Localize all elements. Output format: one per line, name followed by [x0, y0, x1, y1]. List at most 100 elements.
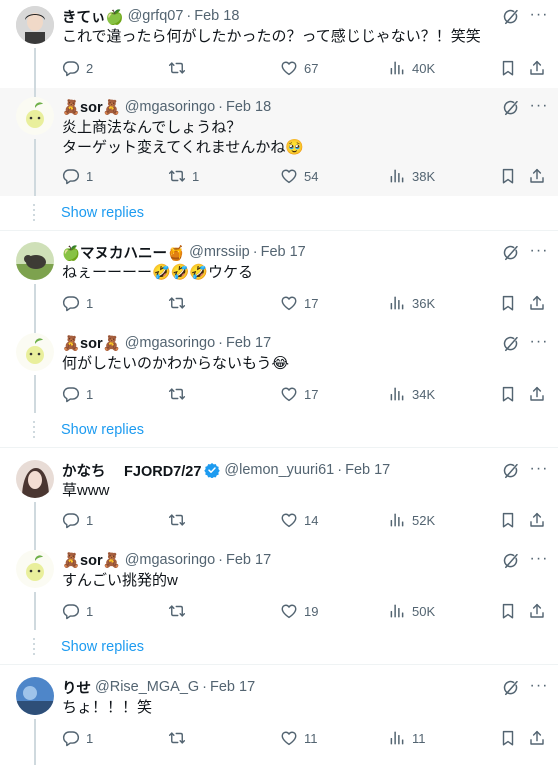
- display-name[interactable]: 🧸sor🧸: [62, 335, 121, 352]
- more-icon[interactable]: ···: [528, 6, 550, 24]
- tweet-header: かなち FJORD7/27 @lemon_yuuri61 · Feb 17: [62, 460, 498, 480]
- reply-tweet[interactable]: 🧸sor🧸 @mgasoringo · Feb 17 ··· すんごい挑発的w …: [0, 540, 558, 630]
- tweet-date[interactable]: Feb 17: [210, 679, 255, 695]
- user-handle[interactable]: @mgasoringo: [125, 99, 215, 115]
- show-replies-link[interactable]: Show replies: [61, 422, 144, 438]
- grok-icon[interactable]: [502, 8, 520, 26]
- share-button[interactable]: [528, 510, 546, 530]
- like-button[interactable]: 11: [280, 728, 318, 748]
- display-name[interactable]: 🧸sor🧸: [62, 99, 121, 116]
- views-button[interactable]: 34K: [388, 384, 435, 404]
- tweet-date[interactable]: Feb 17: [226, 335, 271, 351]
- retweet-button[interactable]: 1: [168, 166, 199, 186]
- reply-icon: [62, 511, 80, 529]
- avatar[interactable]: [16, 333, 54, 371]
- like-button[interactable]: 67: [280, 58, 318, 78]
- reply-button[interactable]: 1: [62, 510, 93, 530]
- share-button[interactable]: [528, 384, 546, 404]
- tweet-header: 🧸sor🧸 @mgasoringo · Feb 18: [62, 97, 498, 117]
- reply-tweet[interactable]: 🧸sor🧸 @mgasoringo · Feb 17 ··· 何がしたいのかわか…: [0, 323, 558, 413]
- display-name[interactable]: かなち FJORD7/27: [62, 460, 201, 481]
- grok-icon[interactable]: [502, 462, 520, 480]
- avatar[interactable]: [16, 6, 54, 44]
- reply-button[interactable]: 1: [62, 728, 93, 748]
- grok-icon[interactable]: [502, 244, 520, 262]
- display-name[interactable]: りせ: [62, 677, 91, 698]
- share-button[interactable]: [528, 58, 546, 78]
- reply-button[interactable]: 1: [62, 166, 93, 186]
- like-button[interactable]: 17: [280, 384, 318, 404]
- show-replies-link[interactable]: Show replies: [61, 639, 144, 655]
- avatar[interactable]: [16, 460, 54, 498]
- grok-icon[interactable]: [502, 552, 520, 570]
- thread-line: [34, 284, 36, 323]
- retweet-button[interactable]: [168, 293, 192, 313]
- display-name[interactable]: きてぃ🍏: [62, 6, 124, 27]
- views-button[interactable]: 40K: [388, 58, 435, 78]
- show-replies-link[interactable]: Show replies: [61, 205, 144, 221]
- like-button[interactable]: 14: [280, 510, 318, 530]
- tweet-date[interactable]: Feb 17: [345, 462, 390, 478]
- bookmark-button[interactable]: [499, 293, 517, 313]
- display-name[interactable]: 🧸sor🧸: [62, 552, 121, 569]
- more-icon[interactable]: ···: [528, 333, 550, 351]
- more-icon[interactable]: ···: [528, 550, 550, 568]
- retweet-button[interactable]: [168, 510, 192, 530]
- more-icon[interactable]: ···: [528, 460, 550, 478]
- display-name[interactable]: 🍏マヌカハニー🍯: [62, 242, 185, 263]
- more-icon[interactable]: ···: [528, 97, 550, 115]
- views-button[interactable]: 11: [388, 728, 426, 748]
- user-handle[interactable]: @mrssiip: [189, 244, 250, 260]
- reply-tweet[interactable]: 🍏マヌカハニー🍯 @mrssiip · Feb 17 ··· ねぇーーーー🤣🤣🤣…: [0, 231, 558, 323]
- avatar[interactable]: [16, 550, 54, 588]
- like-button[interactable]: 17: [280, 293, 318, 313]
- tweet-date[interactable]: Feb 17: [261, 244, 306, 260]
- grok-icon[interactable]: [502, 99, 520, 117]
- grok-icon[interactable]: [502, 335, 520, 353]
- user-handle[interactable]: @Rise_MGA_G: [95, 679, 199, 695]
- tweet-date[interactable]: Feb 18: [194, 8, 239, 24]
- bookmark-button[interactable]: [499, 601, 517, 621]
- user-handle[interactable]: @mgasoringo: [125, 552, 215, 568]
- share-button[interactable]: [528, 166, 546, 186]
- more-icon[interactable]: ···: [528, 242, 550, 260]
- reply-button[interactable]: 1: [62, 293, 93, 313]
- views-button[interactable]: 38K: [388, 166, 435, 186]
- bookmark-button[interactable]: [499, 510, 517, 530]
- tweet-text: すんごい挑発的w: [62, 572, 178, 589]
- retweet-button[interactable]: [168, 58, 192, 78]
- share-button[interactable]: [528, 601, 546, 621]
- reply-tweet[interactable]: りせ @Rise_MGA_G · Feb 17 ··· ちょ！！！笑 1 11 …: [0, 665, 558, 765]
- grok-icon[interactable]: [502, 679, 520, 697]
- like-button[interactable]: 54: [280, 166, 318, 186]
- avatar[interactable]: [16, 97, 54, 135]
- more-icon[interactable]: ···: [528, 677, 550, 695]
- tweet-date[interactable]: Feb 17: [226, 552, 271, 568]
- bookmark-button[interactable]: [499, 728, 517, 748]
- bookmark-button[interactable]: [499, 58, 517, 78]
- share-button[interactable]: [528, 728, 546, 748]
- bookmark-button[interactable]: [499, 166, 517, 186]
- reply-tweet[interactable]: きてぃ🍏 @grfq07 · Feb 18 ··· これで違ったら何がしたかった…: [0, 0, 558, 88]
- retweet-button[interactable]: [168, 728, 192, 748]
- reply-button[interactable]: 1: [62, 384, 93, 404]
- retweet-button[interactable]: [168, 384, 192, 404]
- user-handle[interactable]: @mgasoringo: [125, 335, 215, 351]
- share-button[interactable]: [528, 293, 546, 313]
- views-button[interactable]: 36K: [388, 293, 435, 313]
- user-handle[interactable]: @lemon_yuuri61: [224, 462, 334, 478]
- views-button[interactable]: 50K: [388, 601, 435, 621]
- tweet-date[interactable]: Feb 18: [226, 99, 271, 115]
- retweet-button[interactable]: [168, 601, 192, 621]
- reply-button[interactable]: 2: [62, 58, 93, 78]
- tweet-text: 何がしたいのかわからないもう😂: [62, 355, 290, 372]
- reply-tweet[interactable]: 🧸sor🧸 @mgasoringo · Feb 18 ··· 炎上商法なんでしょ…: [0, 88, 558, 196]
- avatar[interactable]: [16, 677, 54, 715]
- views-button[interactable]: 52K: [388, 510, 435, 530]
- reply-button[interactable]: 1: [62, 601, 93, 621]
- avatar[interactable]: [16, 242, 54, 280]
- like-button[interactable]: 19: [280, 601, 318, 621]
- bookmark-button[interactable]: [499, 384, 517, 404]
- user-handle[interactable]: @grfq07: [128, 8, 184, 24]
- reply-tweet[interactable]: かなち FJORD7/27 @lemon_yuuri61 · Feb 17 ··…: [0, 448, 558, 540]
